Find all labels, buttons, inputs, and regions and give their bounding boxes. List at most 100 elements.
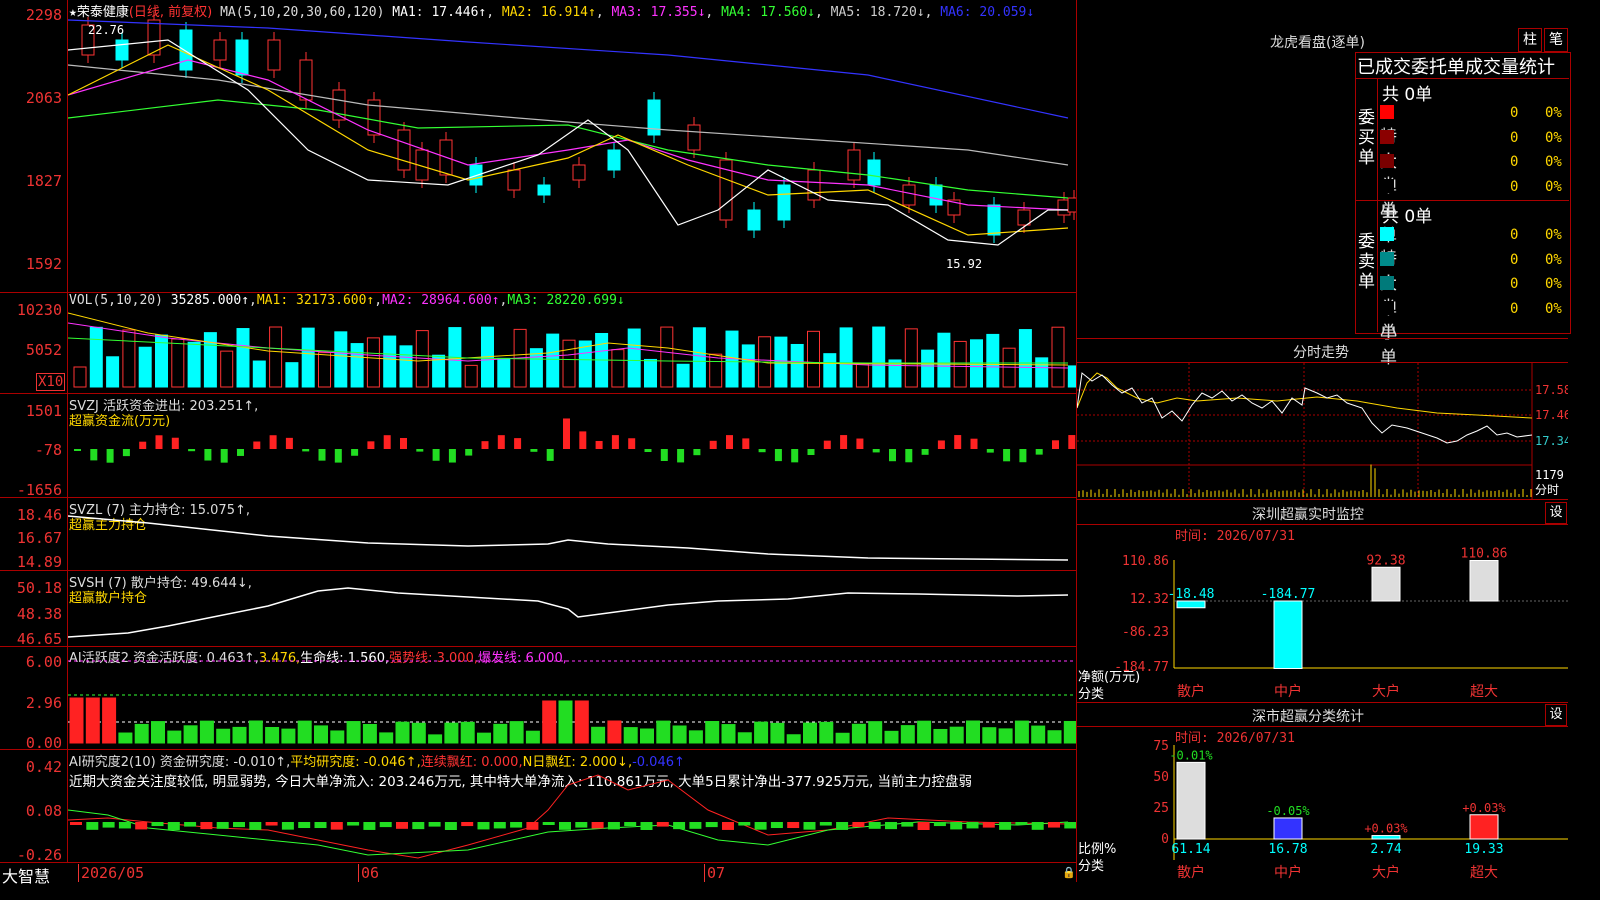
row-count: 0	[1510, 154, 1519, 170]
activity-bar	[623, 727, 638, 744]
research-bar	[705, 822, 718, 828]
flow-bar	[497, 435, 505, 449]
activity-bar	[966, 720, 980, 744]
candle-body	[537, 184, 551, 196]
intraday-vol: 1179	[1535, 468, 1564, 482]
volume-bar	[823, 353, 837, 388]
research-bar	[1048, 822, 1060, 828]
sh-settings-button[interactable]: 设	[1545, 704, 1567, 726]
bar-toggle-button[interactable]: 柱	[1518, 28, 1542, 52]
flow-bar	[237, 449, 244, 456]
volume-bar	[350, 343, 364, 388]
flow-bar	[677, 449, 685, 463]
flow-bar	[726, 435, 733, 449]
row-pct: 0%	[1545, 300, 1562, 317]
research-bar	[151, 822, 164, 827]
flow-bar	[400, 437, 407, 449]
flow-bar	[204, 449, 212, 461]
activity-bar	[851, 723, 866, 744]
activity-bar	[265, 726, 280, 744]
row-pct: 0%	[1545, 276, 1562, 292]
sz-settings-button[interactable]: 设	[1545, 502, 1567, 524]
research-bar	[510, 822, 523, 828]
svzj-panel[interactable]: SVZJ 活跃资金进出: 203.251↑, 超赢资金流(万元) 1501 -7…	[0, 394, 1077, 499]
flow-bar	[758, 449, 766, 453]
flow-bar	[970, 438, 978, 449]
color-swatch	[1380, 300, 1394, 315]
volume-bar	[252, 360, 266, 388]
activity-bar	[754, 721, 769, 744]
y-tick: 48.38	[16, 605, 62, 623]
flow-bar	[188, 449, 196, 452]
volume-chart	[68, 312, 1076, 388]
candle-body	[747, 209, 761, 231]
flow-bar	[122, 449, 130, 457]
candle-body	[213, 39, 227, 61]
research-bar	[656, 822, 669, 827]
research-bar	[640, 822, 653, 830]
row-label: 小单	[1380, 322, 1397, 368]
activity-bar	[477, 732, 491, 744]
lock-icon[interactable]: 🔒	[1062, 866, 1076, 879]
activity-bar	[216, 728, 231, 744]
y-tick: 2063	[25, 89, 62, 107]
flow-bar	[220, 449, 228, 463]
flow-bar	[742, 438, 750, 449]
sh-bar	[1371, 835, 1401, 840]
ai-research-panel[interactable]: AI研究度2(10) 资金研究度: -0.010↑,平均研究度: -0.046↑…	[0, 750, 1077, 864]
activity-bar	[151, 721, 165, 744]
flow-bar	[253, 441, 261, 449]
svsh-chart	[68, 587, 1069, 638]
pen-toggle-button[interactable]: 笔	[1544, 28, 1568, 52]
ai-activity-panel[interactable]: AI活跃度2 资金活跃度: 0.463↑,3.476,生命线: 1.560,强势…	[0, 647, 1077, 752]
activity-bar	[721, 724, 736, 744]
activity-bar	[248, 720, 263, 744]
flow-bar	[171, 437, 179, 449]
research-bar	[86, 822, 99, 830]
ma3-line	[68, 59, 1069, 211]
volume-bar	[1018, 329, 1032, 388]
research-bar	[477, 822, 490, 830]
volume-bar	[318, 352, 331, 388]
sh-bar-delta: -0.01%	[1169, 748, 1213, 762]
activity-bar	[460, 721, 475, 744]
research-bar	[265, 822, 278, 826]
volume-bar	[497, 357, 511, 388]
activity-bar	[85, 697, 100, 744]
activity-bar	[558, 700, 573, 744]
volume-bar	[709, 353, 723, 388]
sh-bar-delta: +0.03%	[1462, 801, 1506, 815]
candle-body	[469, 164, 483, 186]
flow-bar	[465, 449, 473, 456]
research-bar	[754, 822, 767, 830]
volume-panel[interactable]: VOL(5,10,20) 35285.000↑,MA1: 32173.600↑,…	[0, 293, 1077, 394]
volume-bar	[546, 333, 560, 388]
flow-bar	[889, 449, 896, 462]
right-panel: 龙虎看盘(逐单) 柱 笔 已成交委托单成交量统计 委买单 委卖单 共 0单 共 …	[1077, 0, 1571, 882]
candle-body	[507, 169, 521, 191]
flow-bar	[481, 441, 489, 449]
color-swatch	[1380, 227, 1394, 241]
research-bar	[673, 822, 686, 830]
candle-body	[267, 39, 281, 71]
flow-bar	[530, 449, 538, 452]
activity-bar	[656, 720, 671, 744]
research-bar	[184, 822, 197, 827]
svsh-panel[interactable]: SVSH (7) 散户持仓: 49.644↓, 超赢散户持仓 50.18 48.…	[0, 571, 1077, 648]
volume-bar	[89, 326, 103, 388]
volume-bar	[986, 333, 1000, 388]
svzl-panel[interactable]: SVZL (7) 主力持仓: 15.075↑, 超赢主力持仓 18.46 16.…	[0, 498, 1077, 571]
row-pct: 0%	[1545, 227, 1562, 243]
sz-bar	[1273, 600, 1303, 670]
activity-bar	[281, 728, 296, 744]
candle-body	[397, 129, 411, 171]
flow-bar	[986, 449, 994, 453]
price-panel[interactable]: ★荣泰健康(日线, 前复权) MA(5,10,20,30,60,120) MA1…	[0, 0, 1077, 293]
y-tick: -1656	[16, 481, 62, 499]
flow-bar	[74, 449, 81, 451]
activity-bar	[411, 722, 426, 744]
research-bar	[689, 822, 702, 829]
research-bar	[493, 822, 506, 829]
candle-body	[929, 184, 943, 206]
research-bar	[982, 822, 995, 828]
